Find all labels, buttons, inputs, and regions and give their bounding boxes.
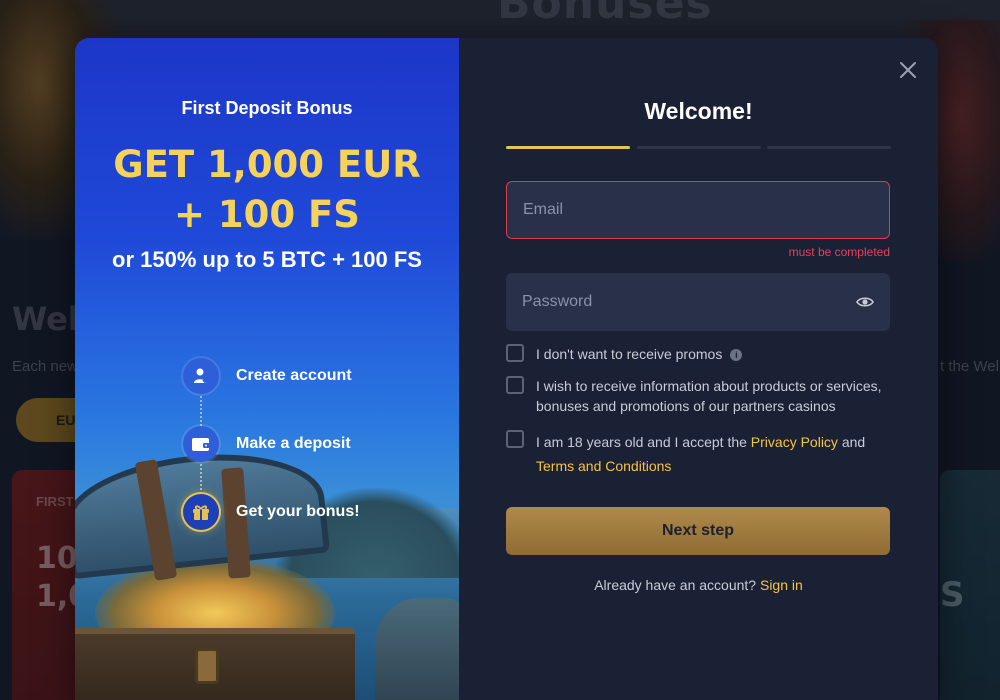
step-connector [200, 396, 202, 426]
close-icon[interactable] [896, 58, 920, 82]
registration-modal: First Deposit Bonus GET 1,000 EUR + 100 … [75, 38, 938, 700]
info-icon[interactable]: i [730, 349, 743, 362]
terms-link[interactable]: Terms and Conditions [536, 458, 671, 474]
next-step-button[interactable]: Next step [506, 507, 890, 555]
progress-step-3 [767, 146, 891, 149]
promo-amount-line2: + 100 FS [174, 193, 360, 236]
progress-step-2 [637, 146, 761, 149]
rock-illustration [375, 598, 459, 700]
password-input[interactable] [522, 293, 874, 311]
email-input[interactable] [523, 201, 873, 219]
promo-heading: First Deposit Bonus [181, 98, 353, 118]
promo-panel: First Deposit Bonus GET 1,000 EUR + 100 … [75, 38, 459, 700]
step-label: Create account [236, 367, 352, 384]
user-check-icon [183, 358, 219, 394]
checkbox-input[interactable] [506, 430, 524, 448]
checkbox-input[interactable] [506, 376, 524, 394]
password-field[interactable] [506, 273, 890, 331]
progress-step-1 [506, 146, 630, 149]
wallet-icon [183, 426, 219, 462]
email-field[interactable] [506, 181, 890, 239]
promo-alternative: or 150% up to 5 BTC + 100 FS [112, 247, 422, 272]
checkbox-label: I am 18 years old and I accept the Priva… [536, 434, 866, 474]
step-connector [200, 464, 202, 494]
checkbox-label: I wish to receive information about prod… [536, 378, 882, 414]
privacy-policy-link[interactable]: Privacy Policy [751, 434, 838, 450]
signin-row: Already have an account? Sign in [459, 577, 938, 593]
promo-amount-line1: GET 1,000 EUR [113, 143, 421, 186]
signin-prompt: Already have an account? [594, 577, 757, 593]
checkbox-no-promos[interactable]: I don't want to receive promos i [506, 344, 743, 364]
eye-icon[interactable] [856, 293, 874, 311]
form-title: Welcome! [644, 98, 753, 124]
step-make-deposit: Make a deposit [183, 426, 351, 462]
registration-form: Welcome! must be completed I don't want … [459, 38, 938, 700]
email-error-message: must be completed [788, 245, 890, 259]
checkbox-age-terms[interactable]: I am 18 years old and I accept the Priva… [506, 430, 896, 478]
step-get-bonus: Get your bonus! [183, 494, 360, 530]
promo-amount: GET 1,000 EUR + 100 FS [95, 140, 439, 240]
checkbox-partner-info[interactable]: I wish to receive information about prod… [506, 376, 896, 416]
gift-icon [183, 494, 219, 530]
step-create-account: Create account [183, 358, 352, 394]
checkbox-label: I don't want to receive promos i [536, 344, 743, 364]
chest-lock-illustration [195, 648, 219, 684]
step-label: Get your bonus! [236, 503, 360, 520]
checkbox-input[interactable] [506, 344, 524, 362]
signin-link[interactable]: Sign in [760, 577, 803, 593]
step-label: Make a deposit [236, 435, 351, 452]
